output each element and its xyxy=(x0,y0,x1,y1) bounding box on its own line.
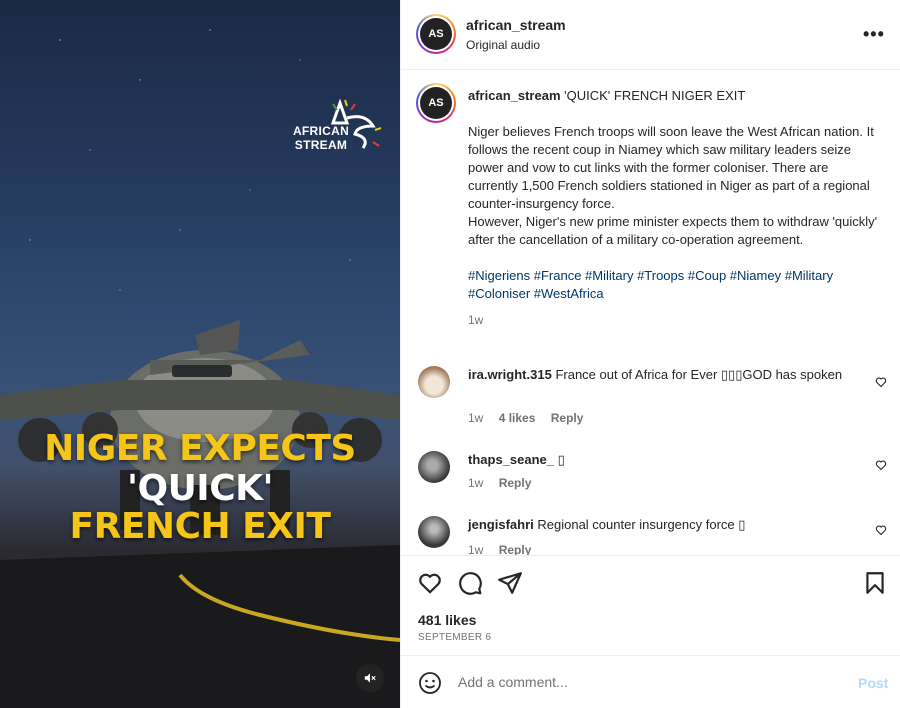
caption-body-2: However, Niger's new prime minister expe… xyxy=(468,214,878,247)
like-comment-heart-icon[interactable] xyxy=(875,376,887,388)
like-comment-heart-icon[interactable] xyxy=(875,459,887,471)
audio-label[interactable]: Original audio xyxy=(466,38,540,52)
comments-scroll[interactable]: AS african_stream 'QUICK' FRENCH NIGER E… xyxy=(401,71,900,555)
brand-text: AFRICAN STREAM xyxy=(292,124,350,152)
comment-input[interactable] xyxy=(458,670,838,694)
commenter-avatar[interactable] xyxy=(418,366,450,398)
comment-time[interactable]: 1w xyxy=(468,411,483,425)
comment-body: ▯ xyxy=(557,452,565,467)
commenter-avatar[interactable] xyxy=(418,516,450,548)
comment-text: ira.wright.315 France out of Africa for … xyxy=(468,366,858,384)
author-username[interactable]: african_stream xyxy=(466,17,566,33)
caption-time[interactable]: 1w xyxy=(468,311,878,329)
reply-button[interactable]: Reply xyxy=(551,411,584,425)
comment-time[interactable]: 1w xyxy=(468,543,483,555)
headline-line-3: FRENCH EXIT xyxy=(69,506,331,547)
like-comment-heart-icon[interactable] xyxy=(875,524,887,536)
share-send-icon[interactable] xyxy=(497,570,523,596)
headline-line-1: NIGER EXPECTS xyxy=(44,428,356,469)
post-header: AS african_stream Original audio ••• xyxy=(401,0,900,70)
commenter-username[interactable]: jengisfahri xyxy=(468,517,534,532)
likes-count[interactable]: 481 likes xyxy=(418,612,476,628)
caption-title: 'QUICK' FRENCH NIGER EXIT xyxy=(564,88,746,103)
like-heart-icon[interactable] xyxy=(417,570,443,596)
comment-meta: 1w 4 likes Reply xyxy=(468,411,595,425)
comment-text: jengisfahri Regional counter insurgency … xyxy=(468,516,858,534)
author-avatar[interactable]: AS xyxy=(416,14,456,54)
caption-username[interactable]: african_stream xyxy=(468,88,561,103)
post-media[interactable]: AFRICAN STREAM NIGER EXPECTS 'QUICK' FRE… xyxy=(0,0,400,708)
comment-time[interactable]: 1w xyxy=(468,476,483,490)
comment-text: thaps_seane_ ▯ xyxy=(468,451,858,469)
more-options-icon[interactable]: ••• xyxy=(863,24,885,45)
headline-line-2: 'QUICK' xyxy=(126,468,274,509)
comment-body: France out of Africa for Ever ▯▯▯GOD has… xyxy=(555,367,843,382)
reply-button[interactable]: Reply xyxy=(499,476,532,490)
comment-meta: 1w Reply xyxy=(468,476,543,490)
reply-button[interactable]: Reply xyxy=(499,543,532,555)
save-bookmark-icon[interactable] xyxy=(862,570,888,596)
commenter-username[interactable]: thaps_seane_ xyxy=(468,452,554,467)
caption-body: Niger believes French troops will soon l… xyxy=(468,124,874,211)
post-panel: AS african_stream Original audio ••• AS … xyxy=(400,0,900,708)
add-comment-bar: Post xyxy=(401,655,900,708)
post-date[interactable]: SEPTEMBER 6 xyxy=(418,632,491,643)
comment-bubble-icon[interactable] xyxy=(457,570,483,596)
caption: african_stream 'QUICK' FRENCH NIGER EXIT… xyxy=(468,87,878,329)
comment-likes[interactable]: 4 likes xyxy=(499,411,536,425)
post-comment-button[interactable]: Post xyxy=(858,675,888,691)
commenter-avatar[interactable] xyxy=(418,451,450,483)
post-actions: 481 likes SEPTEMBER 6 xyxy=(401,555,900,655)
caption-avatar[interactable]: AS xyxy=(416,83,456,123)
comment-body: Regional counter insurgency force ▯ xyxy=(537,517,746,532)
speaker-muted-icon xyxy=(364,673,376,683)
mute-button[interactable] xyxy=(356,664,384,692)
comment-meta: 1w Reply xyxy=(468,543,543,555)
caption-hashtags[interactable]: #Nigeriens #France #Military #Troops #Co… xyxy=(468,267,878,303)
commenter-username[interactable]: ira.wright.315 xyxy=(468,367,552,382)
emoji-icon[interactable] xyxy=(418,671,442,695)
